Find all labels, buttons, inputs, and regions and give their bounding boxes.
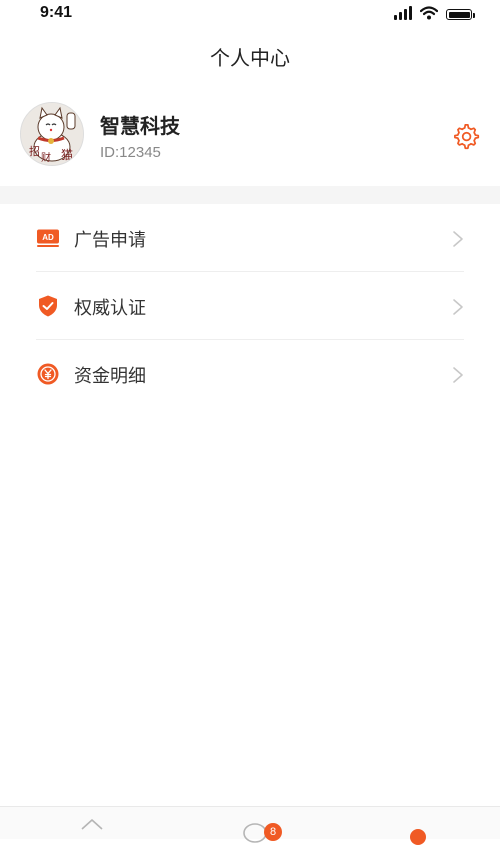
signal-icon xyxy=(394,6,412,20)
battery-icon xyxy=(446,9,475,20)
tab-home[interactable] xyxy=(52,807,132,839)
menu-item-ad-application[interactable]: AD 广告申请 xyxy=(0,204,500,272)
menu-list: AD 广告申请 权威认证 资金明细 xyxy=(0,204,500,408)
profile-id: ID:12345 xyxy=(100,144,161,161)
status-icons xyxy=(394,6,475,20)
menu-item-label: 权威认证 xyxy=(74,298,146,319)
status-time: 9:41 xyxy=(40,4,73,21)
tab-messages[interactable] xyxy=(216,807,296,843)
profile-card: 招 财 猫 智慧科技 ID:12345 xyxy=(0,98,500,178)
tab-bar: 8 xyxy=(0,806,500,845)
settings-button[interactable] xyxy=(452,122,480,150)
tab-profile[interactable] xyxy=(378,807,458,845)
svg-text:招: 招 xyxy=(29,144,40,158)
profile-tab-icon xyxy=(410,829,426,845)
menu-item-certification[interactable]: 权威认证 xyxy=(0,272,500,340)
status-bar: 9:41 xyxy=(0,0,500,28)
chevron-right-icon xyxy=(453,367,463,383)
svg-text:财: 财 xyxy=(41,151,51,164)
menu-item-label: 资金明细 xyxy=(74,366,146,387)
chevron-right-icon xyxy=(453,231,463,247)
chevron-right-icon xyxy=(453,299,463,315)
menu-item-fund-details[interactable]: 资金明细 xyxy=(0,340,500,408)
svg-text:猫: 猫 xyxy=(61,148,73,162)
message-badge: 8 xyxy=(264,823,282,841)
ad-icon: AD xyxy=(37,229,59,247)
gear-icon xyxy=(454,124,480,150)
wifi-icon xyxy=(420,6,438,20)
lucky-cat-avatar-icon: 招 财 猫 xyxy=(21,103,83,165)
menu-item-label: 广告申请 xyxy=(74,230,146,251)
shield-check-icon xyxy=(39,295,57,317)
page-title: 个人中心 xyxy=(210,46,290,70)
profile-name: 智慧科技 xyxy=(100,114,180,138)
yuan-coin-icon xyxy=(37,363,59,385)
svg-text:AD: AD xyxy=(42,233,54,242)
section-divider xyxy=(0,186,500,204)
home-icon xyxy=(81,819,103,830)
avatar[interactable]: 招 财 猫 xyxy=(20,102,84,166)
